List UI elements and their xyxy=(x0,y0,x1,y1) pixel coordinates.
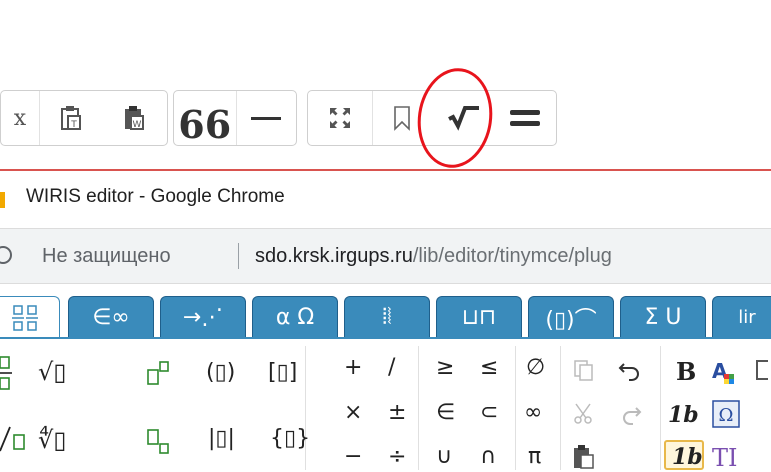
panel-separator xyxy=(515,346,516,470)
toolbar-group-blocks: 66 xyxy=(173,90,297,146)
svg-text:T: T xyxy=(70,120,77,130)
redo-icon[interactable] xyxy=(618,402,642,426)
undo-icon[interactable] xyxy=(618,358,642,382)
brackets-button[interactable]: [▯] xyxy=(268,362,297,384)
pi-button[interactable]: π xyxy=(528,446,541,468)
chrome-app-icon xyxy=(0,192,5,208)
bookmark-icon xyxy=(394,106,410,131)
clear-format-icon: x xyxy=(13,105,27,131)
copy-icon[interactable] xyxy=(572,358,596,382)
empty-set-button[interactable]: ∅ xyxy=(526,357,545,379)
tab-matrices[interactable]: ⦙⦚ xyxy=(344,296,430,338)
fullscreen-button[interactable] xyxy=(308,91,372,145)
nth-root-button[interactable]: ∜▯ xyxy=(38,428,67,452)
bold-button[interactable]: B xyxy=(676,360,696,384)
tab-symbols[interactable]: ∈∞ xyxy=(68,296,154,338)
toolbar-group-clipboard: x T W xyxy=(0,90,168,146)
paste-icon[interactable] xyxy=(572,444,596,470)
italic-selected-button[interactable]: 1b xyxy=(672,446,703,468)
url-text[interactable]: sdo.krsk.irgups.ru/lib/editor/tinymce/pl… xyxy=(255,245,612,268)
bevelled-fraction-button[interactable] xyxy=(0,425,34,455)
tab-big-operators[interactable]: Σ U xyxy=(620,296,706,338)
fraction-button[interactable] xyxy=(0,355,14,391)
element-of-button[interactable]: ∈ xyxy=(436,402,455,424)
panel-separator xyxy=(560,346,561,470)
paste-text-icon: T xyxy=(61,106,81,130)
tab-arrows[interactable]: →⋰ xyxy=(160,296,246,338)
tab-decorations[interactable]: (▯)⌒ xyxy=(528,296,614,338)
omega-symbol-icon[interactable]: Ω xyxy=(712,400,740,428)
plus-button[interactable]: + xyxy=(344,357,362,379)
horizontal-rule-icon xyxy=(251,116,282,120)
intersection-button[interactable]: ∩ xyxy=(480,446,496,468)
tab-greek[interactable]: α Ω xyxy=(252,296,338,338)
text-mode-button[interactable]: TI xyxy=(712,446,738,470)
times-button[interactable]: × xyxy=(344,402,362,424)
svg-text:W: W xyxy=(133,120,142,130)
parentheses-button[interactable]: (▯) xyxy=(206,362,235,384)
wiris-chem-button[interactable] xyxy=(497,91,553,145)
equals-icon xyxy=(510,110,540,126)
italic-style-button[interactable]: 1b xyxy=(668,404,699,426)
window-divider xyxy=(0,169,771,171)
window-title: WIRIS editor - Google Chrome xyxy=(26,186,285,207)
url-host: sdo.krsk.irgups.ru xyxy=(255,245,413,267)
braces-button[interactable]: {▯} xyxy=(270,428,310,450)
tab-calculus[interactable]: lir xyxy=(712,296,771,338)
panel-separator xyxy=(418,346,419,470)
url-path: /lib/editor/tinymce/plug xyxy=(412,245,612,267)
security-status[interactable]: Не защищено xyxy=(42,245,171,268)
tab-scripts[interactable]: ⊔⊓ xyxy=(436,296,522,338)
address-separator xyxy=(238,243,239,269)
horizontal-rule-button[interactable] xyxy=(236,91,296,145)
panel-separator xyxy=(305,346,306,470)
absolute-value-button[interactable]: |▯| xyxy=(208,428,235,450)
plus-minus-button[interactable]: ± xyxy=(388,402,406,424)
fraction-tab-icon xyxy=(12,304,38,331)
square-root-button[interactable]: √▯ xyxy=(38,360,67,384)
union-button[interactable]: ∪ xyxy=(436,446,452,468)
blockquote-icon: 66 xyxy=(178,102,232,147)
subscript-button[interactable] xyxy=(146,428,172,456)
fullscreen-icon xyxy=(330,108,350,128)
svg-text:Ω: Ω xyxy=(719,405,734,426)
blockquote-button[interactable]: 66 xyxy=(174,91,236,145)
clear-format-button[interactable]: x xyxy=(1,91,39,145)
infinity-button[interactable]: ∞ xyxy=(524,402,542,424)
subset-button[interactable]: ⊂ xyxy=(480,402,498,424)
minus-button[interactable]: − xyxy=(344,446,362,468)
divide-button[interactable]: ÷ xyxy=(388,446,406,468)
cut-icon[interactable] xyxy=(572,402,596,426)
color-icon[interactable]: A xyxy=(710,360,734,384)
panel-separator xyxy=(660,346,661,470)
paste-word-icon: W xyxy=(125,106,144,130)
highlight-annotation xyxy=(411,63,499,173)
paste-word-button[interactable]: W xyxy=(102,91,166,145)
less-equal-button[interactable]: ≤ xyxy=(480,357,498,379)
paste-text-button[interactable]: T xyxy=(40,91,102,145)
slash-button[interactable]: / xyxy=(388,357,395,379)
wiris-symbol-panel xyxy=(0,339,771,470)
greater-equal-button[interactable]: ≥ xyxy=(436,357,454,379)
superscript-button[interactable] xyxy=(146,360,172,388)
partial-tool-icon[interactable] xyxy=(756,360,768,380)
tab-general[interactable] xyxy=(0,296,60,338)
